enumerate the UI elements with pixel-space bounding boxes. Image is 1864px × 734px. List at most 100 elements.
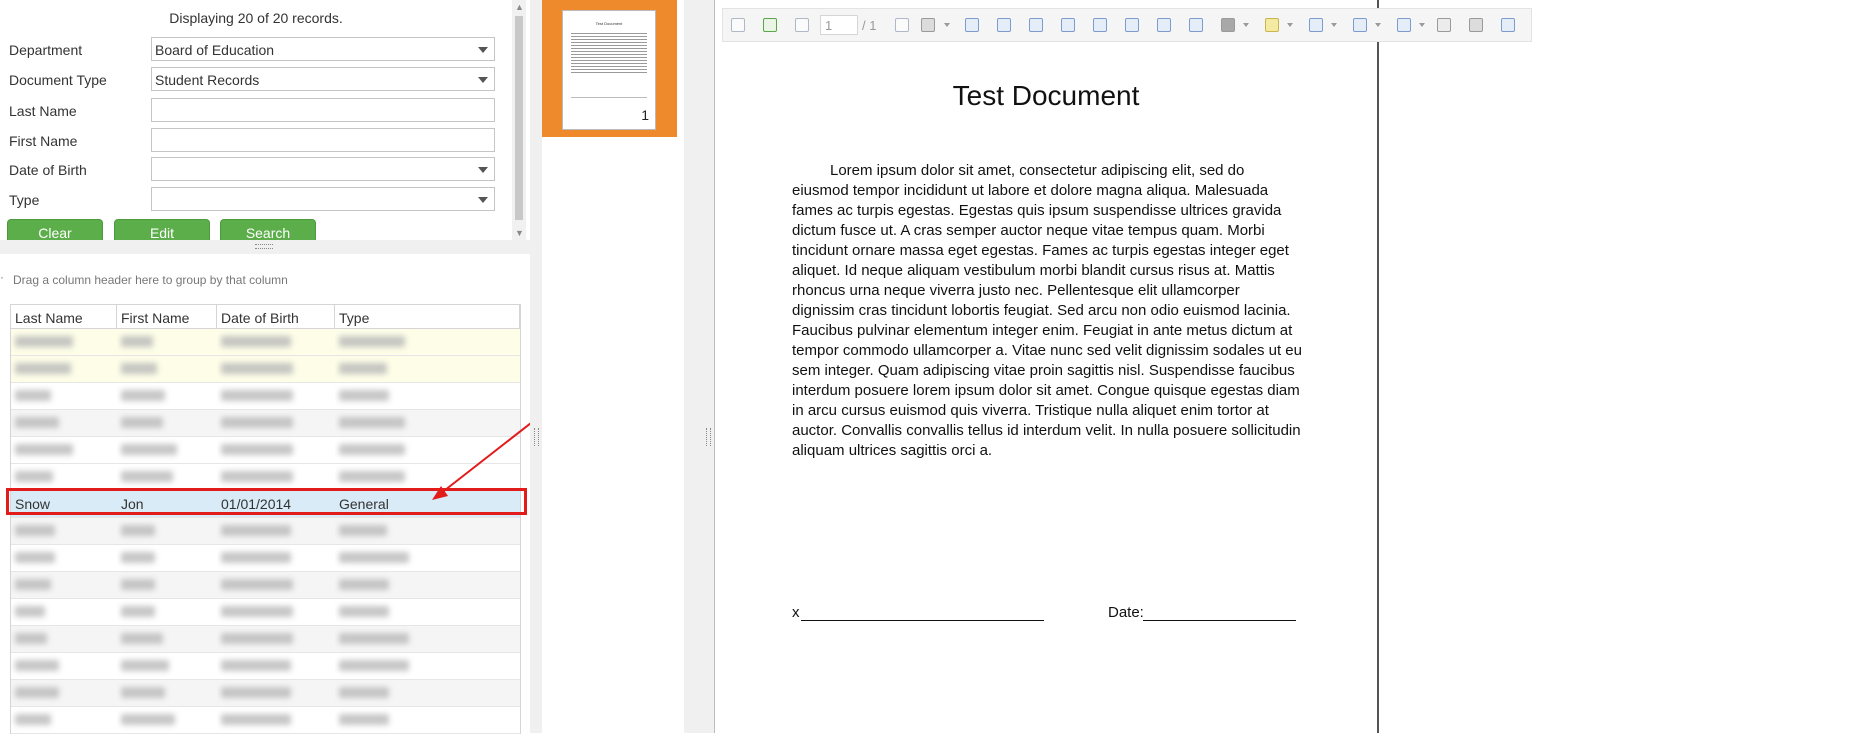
document-title: Test Document [952, 80, 1140, 111]
column-header-type[interactable]: Type [335, 305, 520, 328]
chevron-down-icon [478, 77, 488, 83]
viewer-toolbar: 1 / 1 [722, 8, 1532, 42]
delete-annotation-icon[interactable] [1467, 16, 1485, 34]
signature-line [801, 620, 1044, 621]
table-row[interactable] [11, 383, 520, 410]
table-row[interactable] [11, 626, 520, 653]
first-name-input[interactable] [151, 128, 495, 152]
chevron-down-icon[interactable] [1287, 23, 1293, 27]
fit-page-icon[interactable] [1059, 16, 1077, 34]
vertical-splitter[interactable] [530, 0, 542, 733]
date-of-birth-select[interactable] [151, 157, 495, 181]
search-button[interactable]: Search [220, 219, 316, 240]
splitter-grip[interactable] [255, 244, 273, 249]
rotate-right-icon[interactable] [1155, 16, 1173, 34]
cell-first-name: Jon [121, 496, 144, 512]
signature-date-label: Date: [1108, 604, 1144, 621]
table-row[interactable] [11, 707, 520, 734]
department-select[interactable]: Board of Education [151, 37, 495, 61]
column-header-last-name[interactable]: Last Name [11, 305, 117, 328]
type-select[interactable] [151, 187, 495, 211]
clear-button[interactable]: Clear [7, 219, 103, 240]
previous-page-icon[interactable] [793, 16, 811, 34]
thumbnail-page-number: 1 [641, 107, 649, 123]
fit-width-icon[interactable] [1027, 16, 1045, 34]
first-name-row: First Name [0, 128, 512, 154]
edit-button[interactable]: Edit [114, 219, 210, 240]
cell-last-name: Snow [15, 496, 51, 512]
table-row[interactable] [11, 437, 520, 464]
horizontal-splitter[interactable] [0, 240, 530, 254]
chevron-down-icon[interactable] [944, 23, 950, 27]
stamp-icon[interactable] [1395, 16, 1413, 34]
table-row[interactable] [11, 545, 520, 572]
signature-x-label: x [792, 604, 800, 621]
cell-date-of-birth: 01/01/2014 [221, 496, 292, 512]
viewer-splitter[interactable] [684, 0, 714, 733]
page-number-input[interactable]: 1 [820, 15, 858, 35]
table-row[interactable] [11, 518, 520, 545]
zoom-out-icon[interactable] [995, 16, 1013, 34]
document-type-row: Document Type Student Records [0, 67, 512, 93]
table-row[interactable] [11, 572, 520, 599]
pen-icon[interactable] [1351, 16, 1369, 34]
table-row[interactable] [11, 464, 520, 491]
last-name-input[interactable] [151, 98, 495, 122]
page-total: / 1 [862, 18, 877, 33]
table-row-selected[interactable]: Snow Jon 01/01/2014 General [11, 491, 520, 518]
document-type-label: Document Type [9, 72, 107, 88]
thumbnail-pane: Test Document 1 [542, 0, 684, 733]
thumbnail-text-lines [571, 33, 647, 75]
first-name-label: First Name [9, 133, 78, 149]
date-line [1143, 620, 1296, 621]
splitter-grip[interactable] [706, 428, 711, 446]
splitter-grip[interactable] [534, 428, 539, 446]
burn-icon[interactable] [1435, 16, 1453, 34]
search-scrollbar[interactable]: ▲ ▼ [512, 0, 526, 240]
type-label: Type [9, 192, 40, 208]
table-row[interactable] [11, 410, 520, 437]
column-header-first-name[interactable]: First Name [117, 305, 217, 328]
chevron-down-icon[interactable] [1243, 23, 1249, 27]
highlight-icon[interactable] [1263, 16, 1281, 34]
print-icon[interactable] [919, 16, 937, 34]
type-row: Type [0, 187, 512, 213]
text-icon[interactable] [1307, 16, 1325, 34]
edit-annotation-icon[interactable] [1499, 16, 1517, 34]
table-row[interactable] [11, 356, 520, 383]
hint-dot: · [0, 270, 4, 284]
document-type-select[interactable]: Student Records [151, 67, 495, 91]
rotate-left-icon[interactable] [1123, 16, 1141, 34]
zoom-in-icon[interactable] [963, 16, 981, 34]
search-form: Displaying 20 of 20 records. Department … [0, 0, 512, 240]
table-row[interactable] [11, 329, 520, 356]
scrollbar-thumb[interactable] [515, 16, 523, 220]
add-page-icon[interactable] [761, 16, 779, 34]
actual-size-icon[interactable] [1091, 16, 1109, 34]
date-of-birth-label: Date of Birth [9, 162, 87, 178]
chevron-down-icon[interactable] [1419, 23, 1425, 27]
thumbnail-title: Test Document [595, 21, 623, 26]
chevron-down-icon [478, 197, 488, 203]
chevron-down-icon[interactable] [1375, 23, 1381, 27]
thumbnail-selected[interactable]: Test Document 1 [542, 0, 677, 137]
pan-icon[interactable] [1187, 16, 1205, 34]
table-row[interactable] [11, 599, 520, 626]
department-row: Department Board of Education [0, 37, 512, 63]
document-body: Lorem ipsum dolor sit amet, consectetur … [792, 162, 1302, 459]
chevron-down-icon[interactable] [1331, 23, 1337, 27]
page-thumbnail[interactable]: Test Document 1 [562, 10, 656, 130]
table-row[interactable] [11, 680, 520, 707]
scroll-down-icon[interactable]: ▼ [515, 228, 524, 238]
thumbnail-signature-line [571, 97, 647, 99]
results-grid: Last Name First Name Date of Birth Type … [10, 304, 521, 734]
rectangle-icon[interactable] [1219, 16, 1237, 34]
table-row[interactable] [11, 653, 520, 680]
column-header-date-of-birth[interactable]: Date of Birth [217, 305, 335, 328]
new-page-icon[interactable] [729, 16, 747, 34]
grid-header: Last Name First Name Date of Birth Type [11, 305, 520, 329]
scroll-up-icon[interactable]: ▲ [515, 2, 524, 12]
cell-type: General [339, 496, 389, 512]
next-page-icon[interactable] [893, 16, 911, 34]
records-count-message: Displaying 20 of 20 records. [169, 10, 343, 26]
